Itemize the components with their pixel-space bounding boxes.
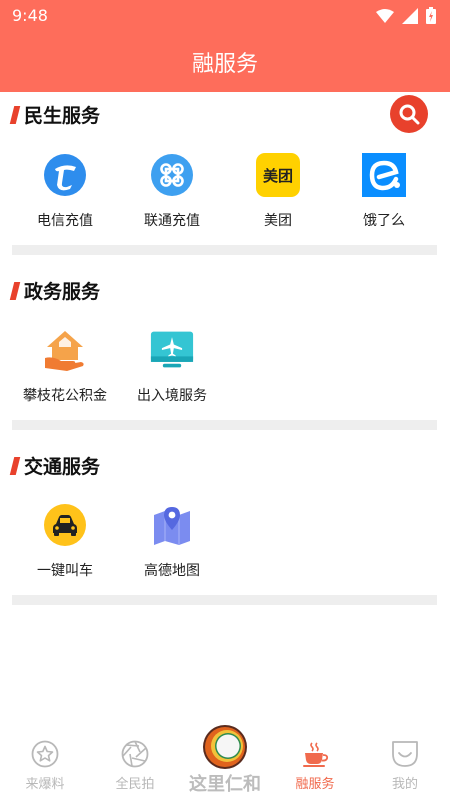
section-divider xyxy=(12,245,437,255)
service-exit-entry[interactable]: 出入境服务 xyxy=(120,328,224,428)
tab-services[interactable]: 融服务 xyxy=(270,730,360,800)
signal-icon xyxy=(402,7,418,24)
wifi-icon xyxy=(376,8,394,23)
transport-grid: 一键叫车 高德地图 xyxy=(0,503,450,603)
eleme-icon xyxy=(362,153,406,197)
camera-aperture-icon xyxy=(121,740,149,768)
airplane-monitor-icon xyxy=(150,331,194,368)
status-time: 9:48 xyxy=(12,6,48,25)
service-label: 联通充值 xyxy=(144,213,200,229)
tab-label: 融服务 xyxy=(295,777,335,792)
section-marker xyxy=(9,456,21,475)
status-icons xyxy=(376,7,436,24)
smile-icon xyxy=(392,741,418,767)
livelihood-grid: 电信充值 联通充值 美团 美团 饿了么 xyxy=(0,153,450,253)
tab-home[interactable]: 这里仁和 xyxy=(180,725,270,800)
service-label: 电信充值 xyxy=(37,213,93,229)
service-unicom-recharge[interactable]: 联通充值 xyxy=(120,153,224,253)
section-marker xyxy=(9,105,21,124)
service-label: 攀枝花公积金 xyxy=(23,388,107,404)
section-header-government: 政务服务 xyxy=(9,277,101,304)
app-logo-icon xyxy=(203,725,247,769)
map-pin-icon xyxy=(154,507,190,545)
section-title: 政务服务 xyxy=(24,281,101,303)
section-header-transport: 交通服务 xyxy=(9,452,101,479)
telecom-icon xyxy=(44,154,86,196)
service-housing-fund[interactable]: 攀枝花公积金 xyxy=(13,328,117,428)
search-icon xyxy=(399,104,420,125)
service-amap[interactable]: 高德地图 xyxy=(120,503,224,603)
service-telecom-recharge[interactable]: 电信充值 xyxy=(13,153,117,253)
status-bar: 9:48 xyxy=(0,0,450,32)
tab-label: 这里仁和 xyxy=(189,774,261,795)
service-eleme[interactable]: 饿了么 xyxy=(332,153,436,253)
tab-label: 全民拍 xyxy=(115,777,155,792)
section-title: 交通服务 xyxy=(24,456,101,478)
house-fund-icon xyxy=(45,331,84,371)
battery-icon xyxy=(426,7,436,24)
service-meituan[interactable]: 美团 美团 xyxy=(226,153,330,253)
tab-report[interactable]: 来爆料 xyxy=(0,730,90,800)
service-label: 一键叫车 xyxy=(37,563,93,579)
service-label: 饿了么 xyxy=(363,213,405,229)
tab-snapshot[interactable]: 全民拍 xyxy=(90,730,180,800)
unicom-icon xyxy=(151,154,193,196)
section-title: 民生服务 xyxy=(24,105,101,127)
service-label: 美团 xyxy=(264,213,292,229)
section-marker xyxy=(9,281,21,300)
meituan-logo-text: 美团 xyxy=(262,166,293,185)
coffee-cup-icon xyxy=(303,742,329,767)
section-divider xyxy=(12,420,437,430)
section-header-livelihood: 民生服务 xyxy=(9,101,101,128)
search-button[interactable] xyxy=(390,95,428,133)
service-label: 高德地图 xyxy=(144,563,200,579)
tab-label: 我的 xyxy=(391,777,418,792)
tab-label: 来爆料 xyxy=(25,777,65,792)
star-badge-icon xyxy=(31,740,59,768)
section-divider xyxy=(12,595,437,605)
meituan-icon: 美团 xyxy=(256,153,300,197)
government-grid: 攀枝花公积金 出入境服务 xyxy=(0,328,450,428)
bottom-tab-bar: 来爆料 全民拍 这里仁和 融服务 我的 xyxy=(0,725,450,800)
service-hail-taxi[interactable]: 一键叫车 xyxy=(13,503,117,603)
service-label: 出入境服务 xyxy=(137,388,207,404)
page-title: 融服务 xyxy=(191,52,258,77)
header-bar: 融服务 xyxy=(0,32,450,92)
taxi-icon xyxy=(44,504,86,546)
tab-profile[interactable]: 我的 xyxy=(360,730,450,800)
